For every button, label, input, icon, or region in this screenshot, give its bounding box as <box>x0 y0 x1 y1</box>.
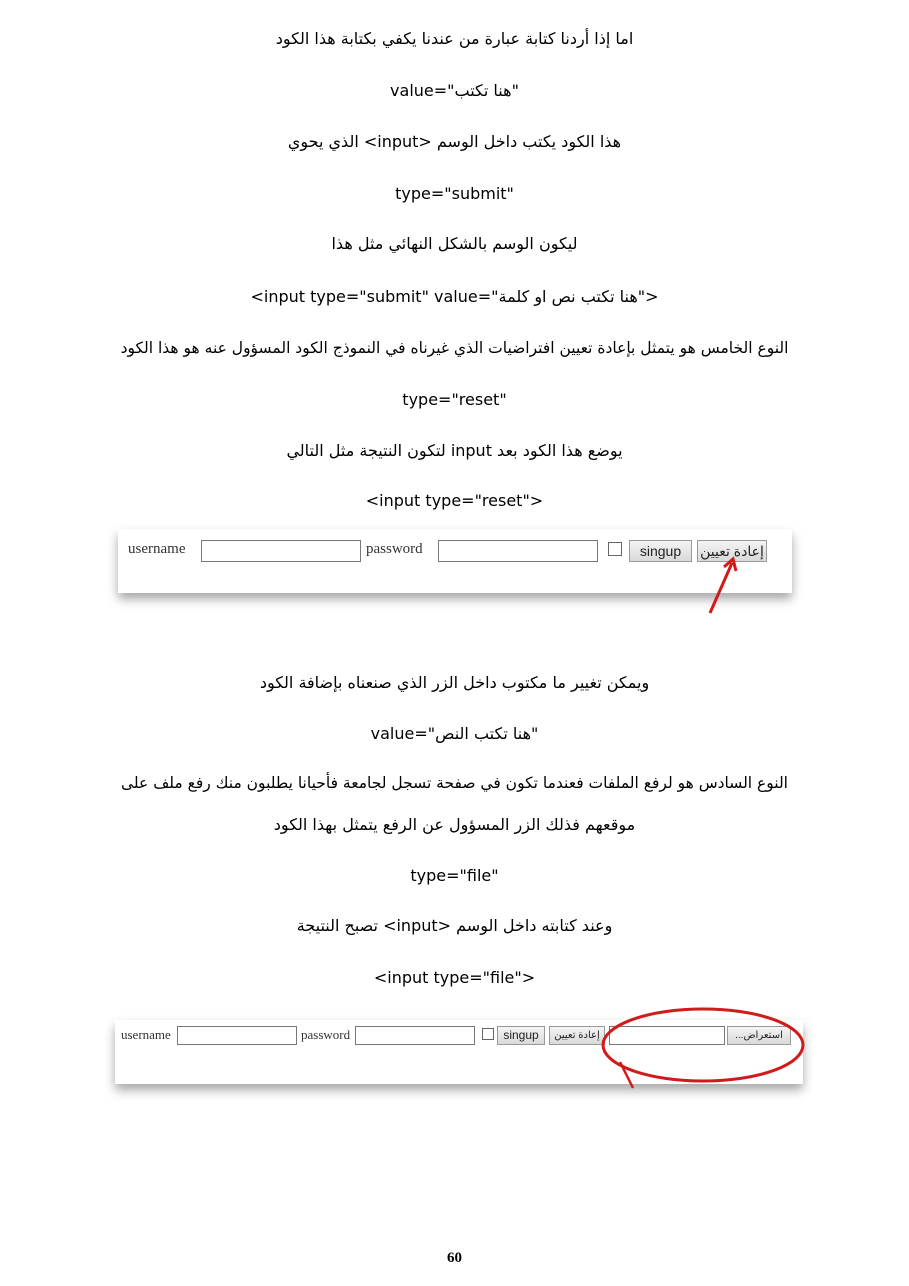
password-field-2[interactable] <box>355 1026 475 1045</box>
username-label: username <box>128 541 186 557</box>
text-line-9: وعند كتابته داخل الوسم <input> تصبح النت… <box>296 916 613 935</box>
checkbox[interactable] <box>608 542 622 556</box>
text-line-6: ويمكن تغيير ما مكتوب داخل الزر الذي صنعن… <box>259 673 650 692</box>
text-line-1: اما إذا أردنا كتابة عبارة من عندنا يكفي … <box>275 29 634 48</box>
reset-form-screenshot: username password singup إعادة تعيين <box>118 529 792 593</box>
code-line-type-file: type="file" <box>410 866 499 885</box>
reset-button-2[interactable]: إعادة تعيين <box>549 1026 605 1045</box>
text-line-7: النوع السادس هو لرفع الملفات فعندما تكون… <box>121 774 788 792</box>
code-line-input-submit: <input type="submit" value="هنا تكتب نص … <box>250 287 659 306</box>
password-label-2: password <box>301 1027 351 1042</box>
password-field[interactable] <box>438 540 598 562</box>
code-line-input-file: <input type="file"> <box>373 968 536 987</box>
circle-annotation <box>601 1007 805 1089</box>
code-line-input-reset: <input type="reset"> <box>365 491 544 510</box>
text-line-8: موقعهم فذلك الزر المسؤول عن الرفع يتمثل … <box>273 815 636 834</box>
code-line-value-text: value="هنا تكتب النص" <box>370 724 539 743</box>
code-line-value: value="هنا تكتب" <box>390 81 519 100</box>
username-label-2: username <box>121 1027 171 1042</box>
text-line-4: النوع الخامس هو يتمثل بإعادة تعيين افترا… <box>120 339 789 357</box>
code-line-type-submit: type="submit" <box>395 184 514 203</box>
code-line-type-reset: type="reset" <box>402 390 507 409</box>
username-field-2[interactable] <box>177 1026 297 1045</box>
checkbox-2[interactable] <box>482 1028 494 1040</box>
text-line-2: هذا الكود يكتب داخل الوسم <input> الذي ي… <box>287 132 622 151</box>
text-line-5: يوضع هذا الكود بعد input لتكون النتيجة م… <box>286 441 623 460</box>
password-label: password <box>366 541 423 557</box>
arrow-annotation <box>708 556 738 614</box>
text-line-3: ليكون الوسم بالشكل النهائي مثل هذا <box>331 234 578 253</box>
signup-button[interactable]: singup <box>629 540 692 562</box>
signup-button-2[interactable]: singup <box>497 1026 545 1045</box>
page-number: 60 <box>447 1250 462 1266</box>
username-field[interactable] <box>201 540 361 562</box>
